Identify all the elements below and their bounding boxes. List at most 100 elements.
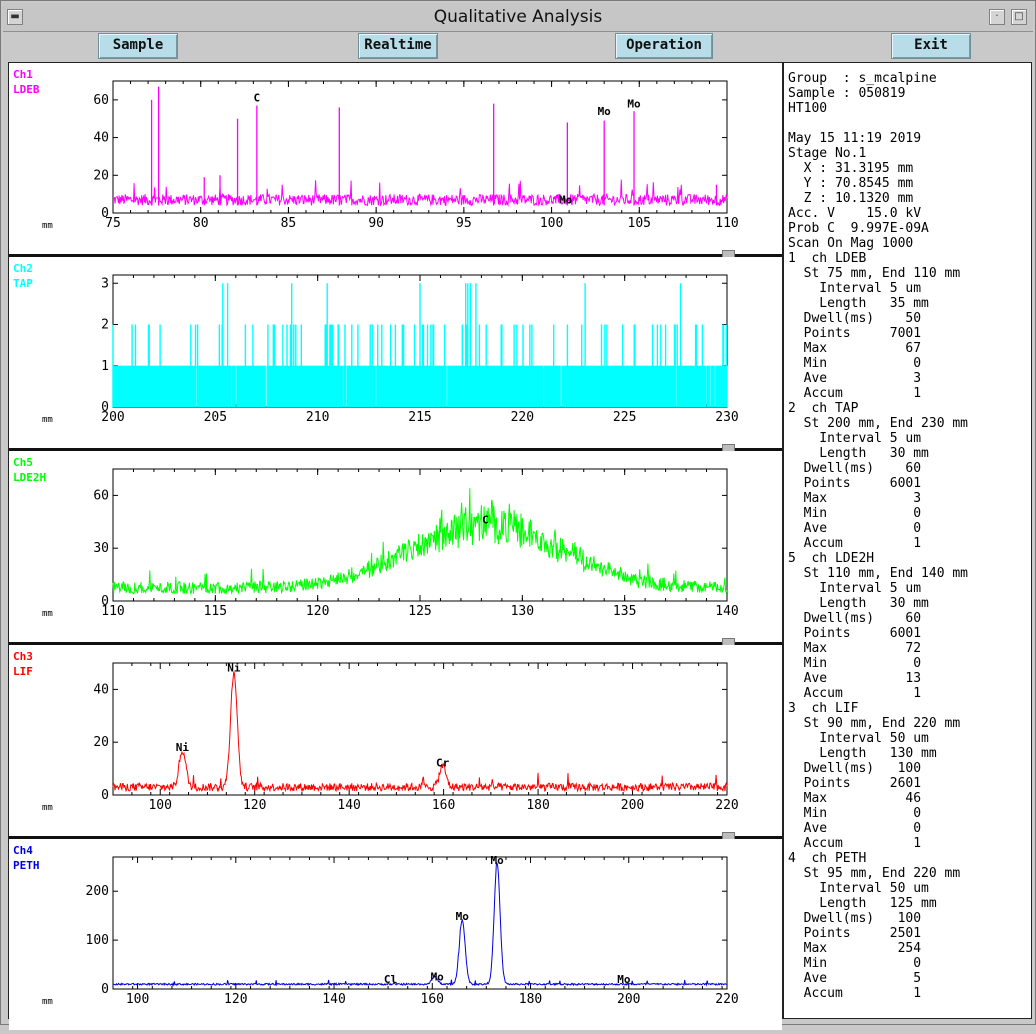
realtime-button[interactable]: Realtime — [358, 33, 438, 59]
spectrum-line — [112, 861, 727, 987]
peak-label: Mo — [456, 910, 470, 923]
peak-label: C — [254, 92, 261, 105]
x-tick-label: 140 — [322, 992, 345, 1007]
x-tick-label: 140 — [715, 604, 738, 619]
peak-label: Mo — [559, 193, 573, 206]
spectrum-panel-tap: Ch2 TAP 200 205 210 215 220 225 230 mm 0 1 2 3 — [9, 257, 782, 448]
exit-button[interactable]: Exit — [891, 33, 971, 59]
spectra-area: Ch1 LDEB 75 80 85 90 95 100 105 110 mm 0 20 40 60 C Mo Mo… — [8, 62, 783, 1030]
x-tick-label: 220 — [715, 798, 738, 813]
y-tick-label: 60 — [93, 93, 109, 108]
x-tick-label: 200 — [621, 798, 644, 813]
spectrum-chart: Ch4 PETH 100 120 140 160 180 200 220 mm 0 100 200 Cl M… — [13, 844, 739, 1007]
x-tick-label: 215 — [408, 410, 431, 425]
minimize-button[interactable]: · — [989, 9, 1005, 25]
spectrum-panel-lif: Ch3 LIF 100 120 140 160 180 200 220 mm 0 20 40 Ni Ni Cr — [9, 645, 782, 836]
peak-label: Cl — [384, 973, 397, 986]
y-tick-label: 100 — [86, 933, 109, 948]
crystal-label: TAP — [13, 277, 33, 290]
x-tick-label: 80 — [193, 216, 209, 231]
x-tick-label: 115 — [204, 604, 227, 619]
x-tick-label: 95 — [456, 216, 472, 231]
x-tick-label: 220 — [511, 410, 534, 425]
y-tick-label: 60 — [93, 488, 109, 503]
y-tick-label: 0 — [101, 788, 109, 803]
x-unit-label: mm — [42, 221, 53, 231]
x-tick-label: 135 — [613, 604, 636, 619]
title-bar[interactable]: ▬ Qualitative Analysis · □ — [3, 3, 1033, 32]
y-tick-label: 0 — [101, 982, 109, 997]
x-tick-label: 120 — [306, 604, 329, 619]
sample-button[interactable]: Sample — [98, 33, 178, 59]
y-tick-label: 3 — [101, 276, 109, 291]
plot-frame — [112, 856, 728, 990]
spectrum-chart: Ch1LDEB75 80 85 90 95 100 105 110mm0204060 CMoMo… — [13, 68, 739, 231]
x-tick-label: 120 — [243, 798, 266, 813]
channel-label: Ch5 — [13, 456, 33, 469]
y-tick-label: 0 — [101, 206, 109, 221]
peak-label: Ni — [176, 741, 190, 754]
y-tick-label: 20 — [93, 168, 109, 183]
analysis-info-panel: Group : s_mcalpine Sample : 050819 HT100… — [783, 62, 1032, 1019]
y-tick-label: 2 — [101, 318, 109, 333]
crystal-label: LDEB — [13, 83, 40, 96]
maximize-icon: □ — [1014, 11, 1024, 22]
x-tick-label: 130 — [511, 604, 534, 619]
x-tick-label: 90 — [368, 216, 384, 231]
y-tick-label: 30 — [93, 541, 109, 556]
spectrum-chart: Ch2TAP200 205 210 215 220 225 230mm0123 — [13, 262, 739, 425]
spectrum-panel-peth: Ch4 PETH 100 120 140 160 180 200 220 mm 0 100 200 Cl M… — [9, 839, 782, 1030]
x-tick-label: 110 — [715, 216, 738, 231]
y-tick-label: 40 — [93, 682, 109, 697]
x-tick-label: 205 — [204, 410, 227, 425]
x-unit-label: mm — [42, 415, 53, 425]
x-tick-label: 100 — [126, 992, 149, 1007]
channel-label: Ch1 — [13, 68, 33, 81]
spectrum-chart: Ch5LDE2H110 115 120 125 130 135 140mm03060C — [13, 456, 739, 619]
peak-label: Mo — [598, 105, 612, 118]
x-tick-label: 225 — [613, 410, 636, 425]
x-tick-label: 100 — [540, 216, 563, 231]
window-title: Qualitative Analysis — [433, 7, 603, 27]
y-tick-label: 1 — [101, 359, 109, 374]
app-window: ▬ Qualitative Analysis · □ Sample Realti… — [0, 0, 1036, 1030]
spectrum-line — [112, 671, 728, 793]
peak-label: Cr — [436, 757, 450, 770]
spectrum-panel-ldeb: Ch1 LDEB 75 80 85 90 95 100 105 110 mm 0 20 40 60 C Mo Mo… — [9, 63, 782, 254]
channel-label: Ch2 — [13, 262, 33, 275]
x-unit-label: mm — [42, 997, 53, 1007]
minimize-icon: · — [995, 11, 999, 22]
peak-label: C — [482, 513, 489, 526]
channel-label: Ch3 — [13, 650, 33, 663]
operation-button[interactable]: Operation — [615, 33, 713, 59]
spectrum-line — [112, 179, 728, 207]
x-tick-label: 105 — [628, 216, 651, 231]
x-tick-label: 180 — [519, 992, 542, 1007]
x-tick-label: 210 — [306, 410, 329, 425]
x-tick-label: 230 — [715, 410, 738, 425]
crystal-label: PETH — [13, 859, 40, 872]
maximize-button[interactable]: □ — [1011, 9, 1027, 25]
spectrum-line — [112, 488, 728, 596]
x-tick-label: 160 — [432, 798, 455, 813]
x-tick-label: 220 — [715, 992, 738, 1007]
x-tick-label: 200 — [617, 992, 640, 1007]
channel-label: Ch4 — [13, 844, 33, 857]
x-tick-label: 120 — [224, 992, 247, 1007]
spectrum-panel-lde2h: Ch5 LDE2H 110 115 120 125 130 135 140 mm 0 30 60 C — [9, 451, 782, 642]
peak-label: Mo — [431, 971, 445, 984]
peak-label: Mo — [617, 973, 631, 986]
analysis-info-text: Group : s_mcalpine Sample : 050819 HT100… — [788, 71, 969, 1001]
peak-label: Mo — [490, 854, 504, 867]
crystal-label: LIF — [13, 665, 33, 678]
y-tick-label: 0 — [101, 594, 109, 609]
x-tick-label: 160 — [421, 992, 444, 1007]
spectrum-fill — [114, 365, 726, 407]
x-tick-label: 180 — [526, 798, 549, 813]
y-tick-label: 0 — [101, 400, 109, 415]
x-unit-label: mm — [42, 803, 53, 813]
x-tick-label: 140 — [337, 798, 360, 813]
crystal-label: LDE2H — [13, 471, 46, 484]
y-tick-label: 40 — [93, 131, 109, 146]
y-tick-label: 200 — [86, 884, 109, 899]
